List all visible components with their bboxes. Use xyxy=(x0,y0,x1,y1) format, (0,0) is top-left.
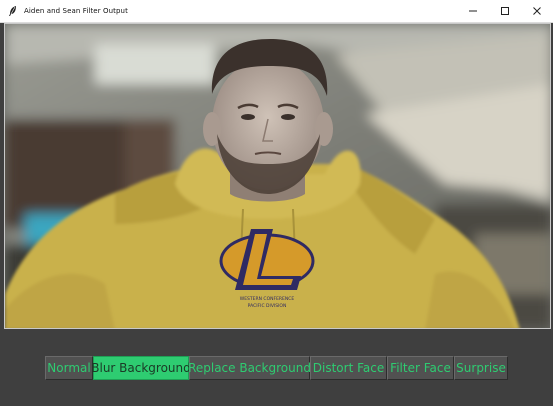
minimize-button[interactable] xyxy=(457,0,489,22)
filter-panel: Normal Blur Background Replace Backgroun… xyxy=(0,331,553,406)
replace-background-button[interactable]: Replace Background xyxy=(188,356,311,380)
webcam-frame: WESTERN CONFERENCE PACIFIC DIVISION xyxy=(5,24,550,328)
shirt-text-bottom: PACIFIC DIVISION xyxy=(248,303,287,309)
video-feed: WESTERN CONFERENCE PACIFIC DIVISION xyxy=(4,23,551,329)
window-title: Aiden and Sean Filter Output xyxy=(24,7,128,15)
blur-background-button[interactable]: Blur Background xyxy=(91,356,191,380)
shirt-text-top: WESTERN CONFERENCE xyxy=(240,296,295,302)
filter-face-button[interactable]: Filter Face xyxy=(387,356,454,380)
maximize-button[interactable] xyxy=(489,0,521,22)
maximize-icon xyxy=(501,7,509,15)
surprise-button[interactable]: Surprise xyxy=(454,356,508,380)
close-icon xyxy=(533,7,541,15)
distort-face-button[interactable]: Distort Face xyxy=(310,356,387,380)
feather-icon xyxy=(6,4,20,18)
title-bar: Aiden and Sean Filter Output xyxy=(0,0,553,23)
normal-button[interactable]: Normal xyxy=(45,356,93,380)
close-button[interactable] xyxy=(521,0,553,22)
filter-button-row: Normal Blur Background Replace Backgroun… xyxy=(45,356,508,380)
minimize-icon xyxy=(469,10,477,12)
